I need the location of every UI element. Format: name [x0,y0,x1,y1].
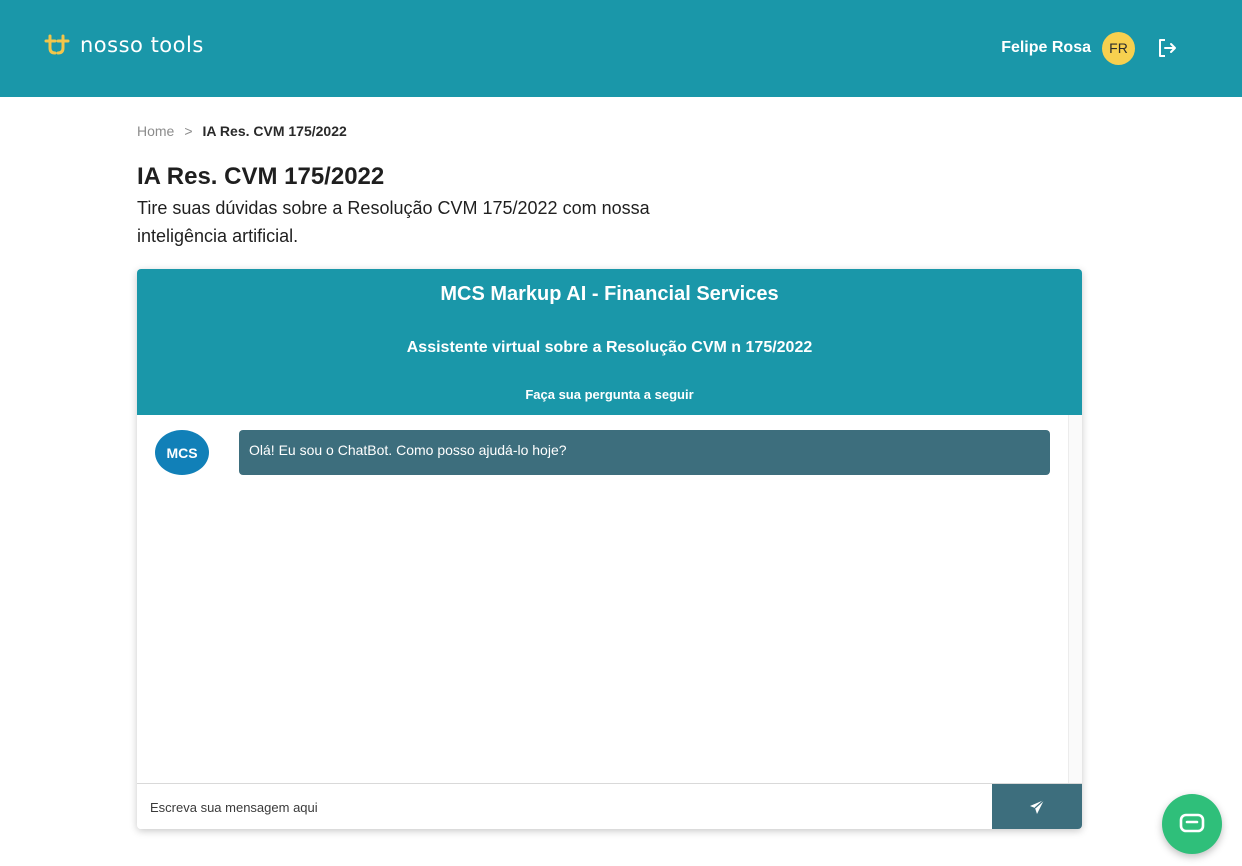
help-chat-button[interactable] [1162,794,1222,854]
user-menu: Felipe Rosa FR [1001,31,1178,65]
logo-mark-icon [44,34,70,55]
chat-composer [137,783,1082,829]
logout-button[interactable] [1156,37,1178,59]
chat-title: MCS Markup AI - Financial Services [440,283,779,305]
breadcrumb: Home > IA Res. CVM 175/2022 [137,123,347,139]
breadcrumb-separator: > [184,123,193,139]
logout-icon [1159,39,1176,57]
chat-prompt: Faça sua pergunta a seguir [525,387,694,402]
chat-scrollbar[interactable] [1068,415,1082,783]
chat-message: MCS Olá! Eu sou o ChatBot. Como posso aj… [155,430,1050,475]
message-bubble: Olá! Eu sou o ChatBot. Como posso ajudá-… [239,430,1050,475]
user-avatar[interactable]: FR [1102,31,1135,65]
breadcrumb-home-link[interactable]: Home [137,123,174,139]
paper-plane-icon [1030,799,1045,814]
bot-avatar: MCS [155,430,209,475]
chat-bubble-icon [1179,813,1205,833]
user-name[interactable]: Felipe Rosa [1001,39,1091,57]
page-description: Tire suas dúvidas sobre a Resolução CVM … [137,198,650,246]
message-input[interactable] [137,784,992,829]
chat-subtitle: Assistente virtual sobre a Resolução CVM… [406,339,813,356]
send-button[interactable] [992,784,1082,829]
logo-text: nosso tools [80,33,204,57]
chat-widget: MCS Markup AI - Financial Services Assis… [137,269,1082,829]
top-bar: nosso tools Felipe Rosa FR [0,0,1242,97]
logo[interactable]: nosso tools [44,33,204,57]
chat-header: MCS Markup AI - Financial Services Assis… [137,269,1082,415]
page-title: IA Res. CVM 175/2022 [137,163,385,190]
chat-messages[interactable]: MCS Olá! Eu sou o ChatBot. Como posso aj… [137,415,1082,783]
breadcrumb-current: IA Res. CVM 175/2022 [202,123,347,139]
